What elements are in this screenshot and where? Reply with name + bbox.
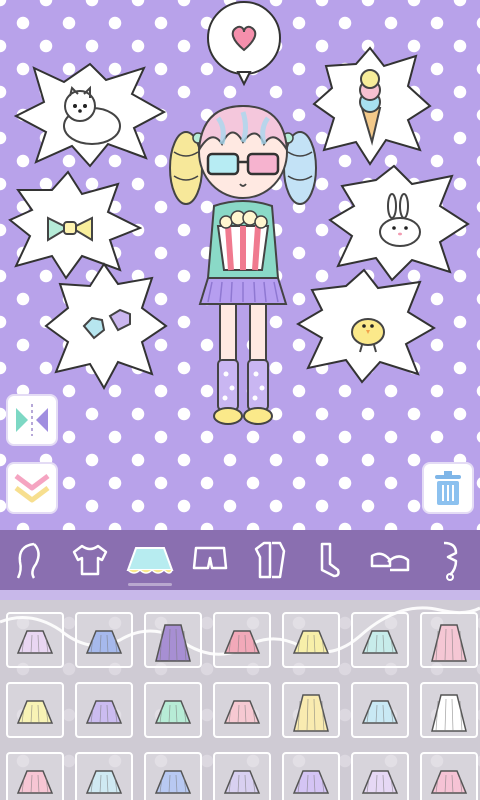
outfit-icon <box>254 541 286 579</box>
skirt-thumbnail-icon <box>85 770 123 794</box>
flip-button[interactable] <box>6 394 58 446</box>
skirt-thumbnail-icon <box>430 770 468 794</box>
skirt-thumbnail-icon <box>154 700 192 724</box>
double-chevron-down-icon <box>14 474 50 503</box>
skirt-item[interactable] <box>351 682 409 738</box>
skirt-item[interactable] <box>282 752 340 800</box>
skirt-thumbnail-icon <box>85 630 123 654</box>
skirt-item[interactable] <box>351 612 409 668</box>
skirt-item[interactable] <box>351 752 409 800</box>
skirt-thumbnail-icon <box>154 770 192 794</box>
dog-bubble[interactable] <box>14 62 166 170</box>
heart-bubble[interactable] <box>204 0 284 90</box>
skirt-item[interactable] <box>6 682 64 738</box>
skirt-icon <box>126 547 174 574</box>
category-accessories[interactable] <box>420 530 480 590</box>
skirt-item[interactable] <box>144 752 202 800</box>
tshirt-icon <box>72 544 108 576</box>
skirt-thumbnail-icon <box>155 624 191 662</box>
trash-button[interactable] <box>422 462 474 514</box>
category-socks[interactable] <box>300 530 360 590</box>
skirt-item[interactable] <box>75 612 133 668</box>
category-skirts[interactable] <box>120 530 180 590</box>
category-hair[interactable] <box>0 530 60 590</box>
skirt-item[interactable] <box>213 612 271 668</box>
gems-bubble[interactable] <box>44 262 168 390</box>
collapse-button[interactable] <box>6 462 58 514</box>
accessory-icon <box>443 541 458 581</box>
category-pants[interactable] <box>180 530 240 590</box>
skirt-thumbnail-icon <box>16 770 54 794</box>
flip-mirror-icon <box>16 404 48 436</box>
hair-icon <box>16 542 40 579</box>
shoes-icon <box>370 552 410 572</box>
skirt-thumbnail-icon <box>293 694 329 732</box>
skirt-item[interactable] <box>144 612 202 668</box>
skirt-item[interactable] <box>282 612 340 668</box>
skirt-item[interactable] <box>75 752 133 800</box>
skirt-thumbnail-icon <box>292 770 330 794</box>
skirt-item[interactable] <box>420 682 478 738</box>
category-bar <box>0 530 480 590</box>
skirt-thumbnail-icon <box>223 770 261 794</box>
skirt-thumbnail-icon <box>361 630 399 654</box>
skirt-item[interactable] <box>213 752 271 800</box>
skirt-item[interactable] <box>6 752 64 800</box>
skirt-thumbnail-icon <box>223 700 261 724</box>
skirt-item[interactable] <box>420 752 478 800</box>
dressup-stage <box>0 0 480 530</box>
divider-strip <box>0 590 480 600</box>
skirt-item[interactable] <box>420 612 478 668</box>
skirt-item[interactable] <box>75 682 133 738</box>
skirt-item[interactable] <box>213 682 271 738</box>
item-panel <box>0 600 480 800</box>
skirt-thumbnail-icon <box>292 630 330 654</box>
socks-icon <box>320 542 340 578</box>
category-tops[interactable] <box>60 530 120 590</box>
skirt-item[interactable] <box>144 682 202 738</box>
trash-can-icon <box>435 471 461 505</box>
dressup-character <box>168 98 318 428</box>
category-shoes[interactable] <box>360 530 420 590</box>
skirt-thumbnail-icon <box>361 700 399 724</box>
skirt-thumbnail-icon <box>85 700 123 724</box>
shorts-icon <box>192 546 228 570</box>
skirt-item[interactable] <box>282 682 340 738</box>
skirt-thumbnail-icon <box>16 630 54 654</box>
skirt-thumbnail-icon <box>431 624 467 662</box>
icecream-bubble[interactable] <box>312 46 432 166</box>
bunny-bubble[interactable] <box>328 164 470 282</box>
skirt-item[interactable] <box>6 612 64 668</box>
skirt-thumbnail-icon <box>223 630 261 654</box>
skirt-thumbnail-icon <box>431 694 467 732</box>
skirt-thumbnail-icon <box>361 770 399 794</box>
skirt-thumbnail-icon <box>16 700 54 724</box>
category-outfits[interactable] <box>240 530 300 590</box>
